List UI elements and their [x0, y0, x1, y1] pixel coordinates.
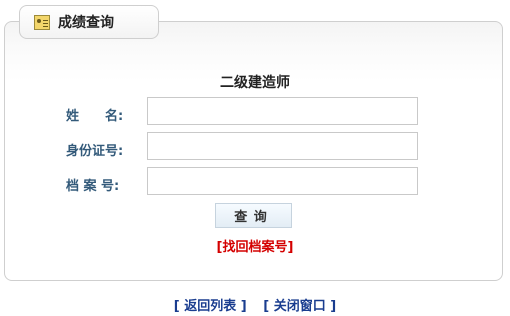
name-label: 姓 名: — [66, 109, 124, 124]
name-input[interactable] — [147, 97, 418, 125]
back-to-list-link[interactable]: [ 返回列表 ] — [174, 299, 247, 314]
certificate-icon — [34, 14, 50, 30]
id-number-input[interactable] — [147, 132, 418, 160]
close-window-link[interactable]: [ 关闭窗口 ] — [263, 299, 336, 314]
archive-number-input[interactable] — [147, 167, 418, 195]
id-number-label: 身份证号: — [66, 144, 124, 159]
recover-archive-number-link[interactable]: [找回档案号] — [0, 236, 510, 255]
footer-links: [ 返回列表 ] [ 关闭窗口 ] — [0, 295, 510, 314]
archive-number-label: 档 案 号: — [66, 179, 120, 194]
query-button[interactable]: 查询 — [215, 203, 292, 228]
exam-title: 二级建造师 — [220, 75, 290, 91]
tab-title: 成绩查询 — [58, 15, 114, 31]
panel-tab: 成绩查询 — [19, 5, 159, 39]
